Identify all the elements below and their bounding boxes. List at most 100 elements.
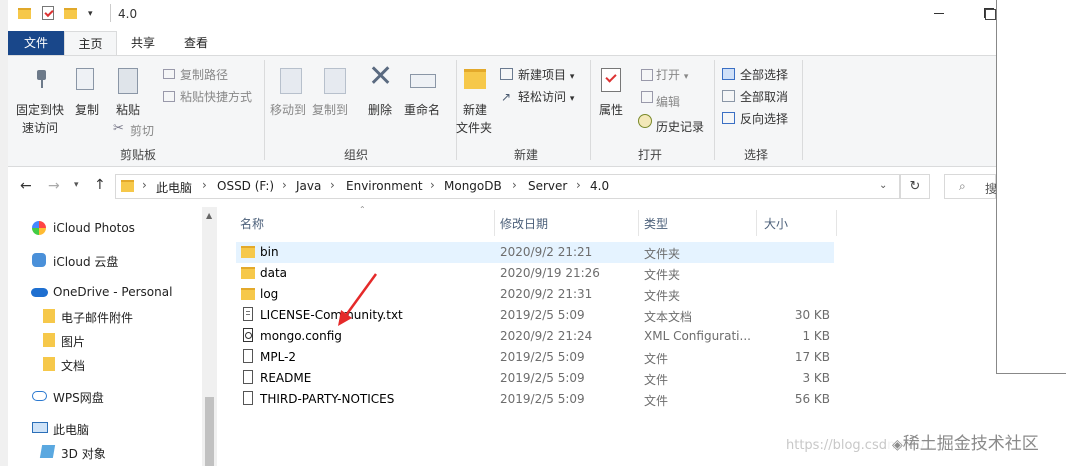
tab-home[interactable]: 主页 [64, 31, 117, 55]
nav-wps-drive[interactable]: WPS网盘 [53, 389, 104, 406]
chevron-right-icon: › [576, 178, 581, 192]
breadcrumb-environment[interactable]: Environment [346, 179, 423, 193]
tab-share[interactable]: 共享 [117, 31, 169, 55]
copy-path-icon [163, 69, 175, 79]
nav-scrollbar[interactable]: ▲ [202, 207, 217, 466]
column-header-date[interactable]: 修改日期 [500, 215, 548, 232]
cut-button[interactable]: 剪切 [130, 122, 154, 139]
new-folder-icon[interactable] [64, 8, 77, 19]
file-type: 文本文档 [644, 310, 693, 324]
column-header-name[interactable]: 名称 [240, 215, 264, 232]
new-item-icon [500, 68, 513, 80]
breadcrumb-current[interactable]: 4.0 [590, 179, 609, 193]
chevron-down-icon: ▾ [569, 72, 575, 82]
refresh-icon: ↻ [909, 179, 921, 194]
file-type: 文件 [644, 373, 669, 387]
file-row[interactable]: MPL-2 2019/2/5 5:09 文件 17 KB [236, 347, 834, 368]
scroll-up-icon[interactable]: ▲ [206, 211, 212, 220]
organize-group-label: 组织 [343, 148, 368, 162]
nav-icloud-drive[interactable]: iCloud 云盘 [53, 253, 118, 270]
column-header-type[interactable]: 类型 [644, 215, 668, 232]
copy-to-icon [324, 68, 346, 94]
file-row[interactable]: bin 2020/9/2 21:21 文件夹 [236, 242, 834, 263]
select-none-button[interactable]: 全部取消 [740, 88, 788, 105]
file-name: data [260, 266, 288, 280]
invert-selection-button[interactable]: 反向选择 [740, 110, 788, 127]
file-row[interactable]: THIRD-PARTY-NOTICES 2019/2/5 5:09 文件 56 … [236, 389, 834, 410]
nav-onedrive[interactable]: OneDrive - Personal [53, 285, 172, 299]
search-input[interactable]: ⌕ 搜 [944, 174, 997, 199]
file-row[interactable]: log 2020/9/2 21:31 文件夹 [236, 284, 834, 305]
column-divider[interactable] [638, 210, 639, 236]
open-icon [641, 69, 653, 81]
file-size: 1 KB [802, 329, 830, 343]
column-divider[interactable] [836, 210, 837, 236]
file-size: 17 KB [794, 350, 830, 364]
wps-cloud-icon [32, 391, 47, 401]
file-date: 2020/9/19 21:26 [500, 266, 600, 280]
properties-icon[interactable] [42, 6, 54, 20]
title-bar: ▾ 4.0 [8, 0, 996, 31]
column-divider[interactable] [756, 210, 757, 236]
scrollbar-thumb[interactable] [205, 397, 214, 466]
select-group-label: 选择 [743, 148, 768, 162]
clipboard-group-label: 剪贴板 [119, 148, 156, 162]
history-button[interactable]: 历史记录 [656, 118, 704, 135]
move-to-label: 移动到 [270, 103, 307, 117]
rename-icon [410, 74, 436, 88]
column-divider[interactable] [494, 210, 495, 236]
edit-button[interactable]: 编辑 [656, 93, 680, 110]
group-divider [590, 60, 591, 160]
address-bar[interactable]: › 此电脑 › OSSD (F:) › Java › Environment ›… [115, 174, 900, 199]
chevron-right-icon: › [430, 178, 435, 192]
tab-view[interactable]: 查看 [169, 31, 223, 55]
nav-icloud-photos[interactable]: iCloud Photos [53, 221, 135, 235]
folder-icon [121, 180, 134, 192]
tab-file[interactable]: 文件 [8, 31, 64, 55]
easy-access-button[interactable]: 轻松访问 ▾ [518, 88, 574, 105]
up-arrow-icon[interactable]: ↑ [94, 177, 106, 193]
scissors-icon: ✂ [113, 121, 124, 136]
nav-email-attachments[interactable]: 电子邮件附件 [61, 309, 133, 326]
file-name: bin [260, 245, 279, 259]
new-folder-icon [464, 69, 486, 89]
file-name: THIRD-PARTY-NOTICES [260, 392, 395, 406]
recent-dropdown-icon[interactable]: ▾ [74, 180, 79, 190]
chevron-right-icon: › [330, 178, 335, 192]
file-row[interactable]: data 2020/9/19 21:26 文件夹 [236, 263, 834, 284]
back-arrow-icon[interactable]: ← [20, 178, 32, 194]
file-size: 30 KB [794, 308, 830, 322]
breadcrumb-java[interactable]: Java [296, 179, 321, 193]
file-icon [243, 349, 253, 363]
copy-path-button[interactable]: 复制路径 [180, 66, 228, 83]
open-group-label: 打开 [637, 148, 662, 162]
new-item-button[interactable]: 新建项目 ▾ [518, 66, 574, 83]
annotation-arrow [338, 273, 378, 326]
breadcrumb-this-pc[interactable]: 此电脑 [156, 179, 192, 196]
breadcrumb-server[interactable]: Server [528, 179, 567, 193]
file-row[interactable]: README 2019/2/5 5:09 文件 3 KB [236, 368, 834, 389]
breadcrumb-drive[interactable]: OSSD (F:) [217, 179, 274, 193]
qat-dropdown-icon[interactable]: ▾ [88, 9, 93, 19]
paste-shortcut-icon [163, 91, 175, 102]
address-dropdown-icon[interactable]: ⌄ [879, 180, 887, 191]
nav-pictures[interactable]: 图片 [61, 333, 85, 350]
group-divider [802, 60, 803, 160]
breadcrumb-mongodb[interactable]: MongoDB [444, 179, 502, 193]
text-file-icon [243, 307, 253, 321]
nav-documents[interactable]: 文档 [61, 357, 85, 374]
minimize-button[interactable] [934, 13, 944, 14]
refresh-button[interactable]: ↻ [900, 174, 930, 199]
watermark: ◈稀土掘金技术社区 [888, 428, 1043, 455]
file-row[interactable]: LICENSE-Community.txt 2019/2/5 5:09 文本文档… [236, 305, 834, 326]
file-row[interactable]: mongo.config 2020/9/2 21:24 XML Configur… [236, 326, 834, 347]
history-icon [638, 114, 652, 128]
select-all-button[interactable]: 全部选择 [740, 66, 788, 83]
nav-3d-objects[interactable]: 3D 对象 [61, 445, 106, 462]
forward-arrow-icon[interactable]: → [48, 178, 60, 194]
open-button[interactable]: 打开 ▾ [656, 66, 688, 83]
column-header-size[interactable]: 大小 [764, 215, 788, 232]
paste-shortcut-button[interactable]: 粘贴快捷方式 [180, 88, 252, 105]
window-edge [0, 0, 8, 466]
nav-this-pc[interactable]: 此电脑 [53, 421, 89, 438]
